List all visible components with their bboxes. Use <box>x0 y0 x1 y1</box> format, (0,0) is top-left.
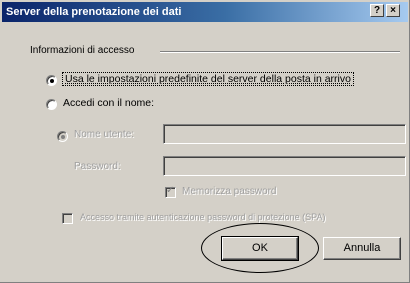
username-label: Nome utente: <box>74 129 135 140</box>
outgoing-server-dialog: Server della prenotazione dei dati ? × I… <box>0 0 410 283</box>
password-label: Password: <box>74 161 121 172</box>
log-on-using-label[interactable]: Accedi con il nome: <box>63 97 154 109</box>
title-bar: Server della prenotazione dei dati <box>2 2 408 22</box>
group-divider <box>160 51 400 53</box>
help-button[interactable]: ? <box>370 4 384 17</box>
ok-button[interactable]: OK <box>221 236 299 261</box>
close-button[interactable]: × <box>386 4 400 17</box>
spa-checkbox[interactable] <box>62 213 73 224</box>
remember-password-label: Memorizza password <box>182 186 277 197</box>
cancel-button[interactable]: Annulla <box>323 237 401 260</box>
log-on-using-radio[interactable] <box>46 99 57 110</box>
account-radio <box>57 131 68 142</box>
spa-label: Accesso tramite autenticazione password … <box>80 212 326 222</box>
username-field[interactable] <box>163 124 406 144</box>
group-label: Informazioni di accesso <box>30 45 135 56</box>
use-default-label[interactable]: Usa le impostazioni predefinite del serv… <box>62 72 354 86</box>
use-default-radio[interactable] <box>46 75 57 86</box>
remember-password-checkbox[interactable] <box>165 185 176 198</box>
window-title: Server della prenotazione dei dati <box>6 6 182 18</box>
password-field[interactable] <box>163 156 406 176</box>
